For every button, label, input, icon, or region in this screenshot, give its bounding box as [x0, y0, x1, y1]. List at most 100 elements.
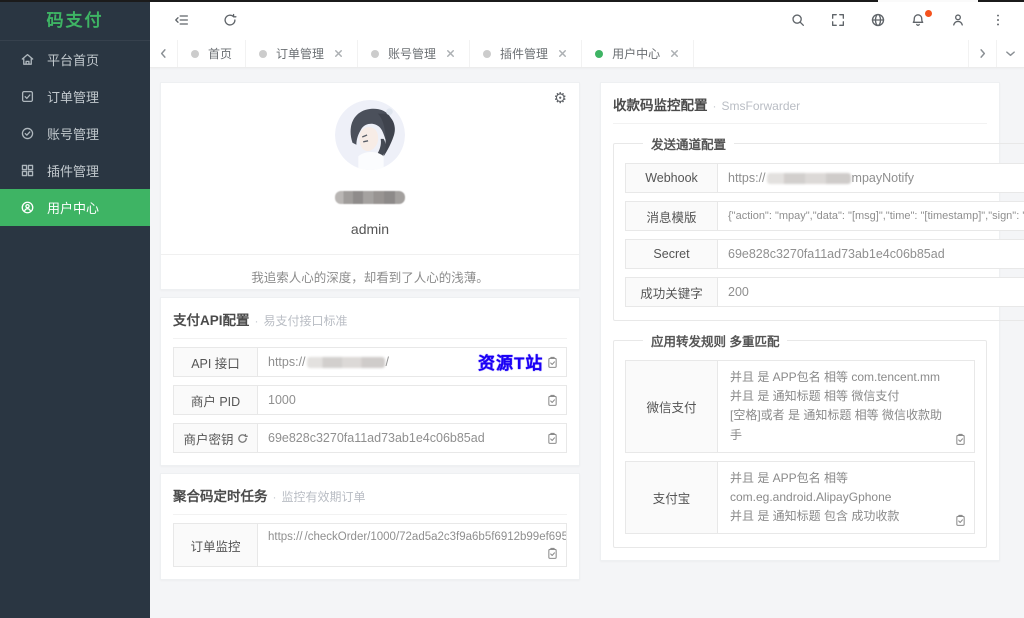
tab-dot [191, 50, 199, 58]
section-title: 收款码监控配置 [613, 94, 708, 114]
order-icon [20, 89, 35, 104]
topbar [150, 0, 1024, 40]
tabs-scroll-left-icon[interactable] [150, 40, 178, 67]
gear-icon[interactable]: ⚙ [554, 91, 567, 106]
signature-text: 我追索人心的深度，却看到了人心的浅薄。 [251, 267, 489, 286]
avatar [335, 100, 405, 170]
tab-home[interactable]: 首页 [178, 40, 246, 67]
user-icon [20, 200, 35, 215]
field-label: Secret [626, 240, 718, 268]
copy-icon[interactable] [546, 547, 559, 560]
field-value: 200 [718, 278, 1024, 306]
webhook-row: Webhook https://mpayNotify [625, 163, 1024, 193]
tab-user-center[interactable]: 用户中心 [582, 40, 694, 67]
section-title: 聚合码定时任务 [173, 485, 268, 505]
pay-api-card: 支付API配置 · 易支付接口标准 API 接口 https:/// 商户 PI… [160, 297, 580, 466]
more-kebab-icon[interactable] [990, 12, 1006, 28]
tab-dot [483, 50, 491, 58]
field-value: 69e828c3270fa11ad73ab1e4c06b85ad [718, 240, 1024, 268]
regenerate-key-icon[interactable] [237, 433, 248, 444]
sms-monitor-card: 收款码监控配置 · SmsForwarder 发送通道配置 Webhook ht… [600, 82, 1000, 561]
tab-close-icon[interactable] [557, 48, 568, 59]
field-value: {"action": "mpay","data": "[msg]","time"… [718, 202, 1024, 230]
field-label: 消息模版 [626, 202, 718, 230]
tab-accounts[interactable]: 账号管理 [358, 40, 470, 67]
field-label: API 接口 [174, 348, 258, 376]
tab-label: 用户中心 [612, 45, 660, 62]
tabs: 首页 订单管理 账号管理 插件管理 用户中心 [178, 40, 968, 67]
group-legend: 发送通道配置 [643, 134, 734, 153]
copy-icon[interactable] [546, 432, 559, 445]
dot-separator: · [273, 490, 277, 504]
order-monitor-row: 订单监控 https:///checkOrder/1000/72ad5a2c3f… [173, 523, 567, 567]
redacted-text [767, 173, 851, 184]
top-edge-strip [0, 0, 1024, 2]
tab-plugins[interactable]: 插件管理 [470, 40, 582, 67]
rule-lines: 并且 是 APP包名 相等 com.tencent.mm 并且 是 通知标题 相… [718, 361, 974, 452]
main-area: 首页 订单管理 账号管理 插件管理 用户中心 [150, 0, 1024, 618]
sidebar-item-home[interactable]: 平台首页 [0, 41, 150, 78]
search-icon[interactable] [790, 12, 806, 28]
group-legend: 应用转发规则 多重匹配 [643, 331, 787, 350]
tab-label: 插件管理 [500, 45, 548, 62]
refresh-icon[interactable] [222, 12, 238, 28]
sidebar-item-plugins[interactable]: 插件管理 [0, 152, 150, 189]
notifications-bell-icon[interactable] [910, 12, 926, 28]
tab-close-icon[interactable] [333, 48, 344, 59]
tab-label: 首页 [208, 45, 232, 62]
dot-separator: · [713, 99, 717, 113]
field-label: Webhook [626, 164, 718, 192]
collapse-sidebar-icon[interactable] [174, 12, 190, 28]
tab-label: 账号管理 [388, 45, 436, 62]
tab-close-icon[interactable] [669, 48, 680, 59]
merchant-key-row: 商户密钥 69e828c3270fa11ad73ab1e4c06b85ad [173, 423, 567, 453]
tabs-scroll-right-icon[interactable] [968, 40, 996, 67]
sidebar-nav: 平台首页 订单管理 账号管理 插件管理 用户中心 [0, 41, 150, 226]
merchant-pid-row: 商户 PID 1000 [173, 385, 567, 415]
field-value: https://mpayNotify [718, 164, 1024, 192]
sidebar-item-accounts[interactable]: 账号管理 [0, 115, 150, 152]
message-template-row: 消息模版 {"action": "mpay","data": "[msg]","… [625, 201, 1024, 231]
cron-card: 聚合码定时任务 · 监控有效期订单 订单监控 https:///checkOrd… [160, 473, 580, 580]
alipay-rule-row: 支付宝 并且 是 APP包名 相等 com.eg.android.AlipayG… [625, 461, 975, 535]
sidebar-item-user-center[interactable]: 用户中心 [0, 189, 150, 226]
home-icon [20, 52, 35, 67]
copy-icon[interactable] [954, 514, 967, 527]
user-profile-icon[interactable] [950, 12, 966, 28]
copy-icon[interactable] [546, 356, 559, 369]
copy-icon[interactable] [546, 394, 559, 407]
section-subtitle: 易支付接口标准 [264, 312, 348, 329]
sidebar-item-label: 平台首页 [47, 50, 99, 69]
field-value: 69e828c3270fa11ad73ab1e4c06b85ad [258, 424, 566, 452]
sidebar-item-label: 账号管理 [47, 124, 99, 143]
sidebar-item-label: 订单管理 [47, 87, 99, 106]
fullscreen-icon[interactable] [830, 12, 846, 28]
section-title: 支付API配置 [173, 309, 250, 329]
content: 资源T站 ⚙ admi [150, 68, 1024, 618]
rule-lines: 并且 是 APP包名 相等 com.eg.android.AlipayGphon… [718, 462, 974, 534]
forward-rules-group: 应用转发规则 多重匹配 微信支付 并且 是 APP包名 相等 com.tence… [613, 331, 987, 548]
sidebar-item-label: 用户中心 [47, 198, 99, 217]
secret-row: Secret 69e828c3270fa11ad73ab1e4c06b85ad [625, 239, 1024, 269]
redacted-display-name [335, 191, 405, 204]
tab-bar: 首页 订单管理 账号管理 插件管理 用户中心 [150, 40, 1024, 68]
notification-badge [925, 10, 932, 17]
profile-card: ⚙ admin 我追索人心的深度，却看到了人 [160, 82, 580, 290]
wechat-pay-rule-row: 微信支付 并且 是 APP包名 相等 com.tencent.mm 并且 是 通… [625, 360, 975, 453]
field-label: 订单监控 [174, 524, 258, 566]
tab-close-icon[interactable] [445, 48, 456, 59]
tab-dot [259, 50, 267, 58]
field-label: 支付宝 [626, 462, 718, 534]
language-globe-icon[interactable] [870, 12, 886, 28]
tab-orders[interactable]: 订单管理 [246, 40, 358, 67]
app-logo: 码支付 [0, 0, 150, 41]
field-label: 商户 PID [174, 386, 258, 414]
tabs-menu-chevron-down-icon[interactable] [996, 40, 1024, 67]
success-keyword-row: 成功关键字 200 [625, 277, 1024, 307]
field-label: 成功关键字 [626, 278, 718, 306]
sidebar-item-orders[interactable]: 订单管理 [0, 78, 150, 115]
tab-label: 订单管理 [276, 45, 324, 62]
copy-icon[interactable] [954, 433, 967, 446]
sidebar: 码支付 平台首页 订单管理 账号管理 插件管理 用户中心 [0, 0, 150, 618]
sidebar-item-label: 插件管理 [47, 161, 99, 180]
